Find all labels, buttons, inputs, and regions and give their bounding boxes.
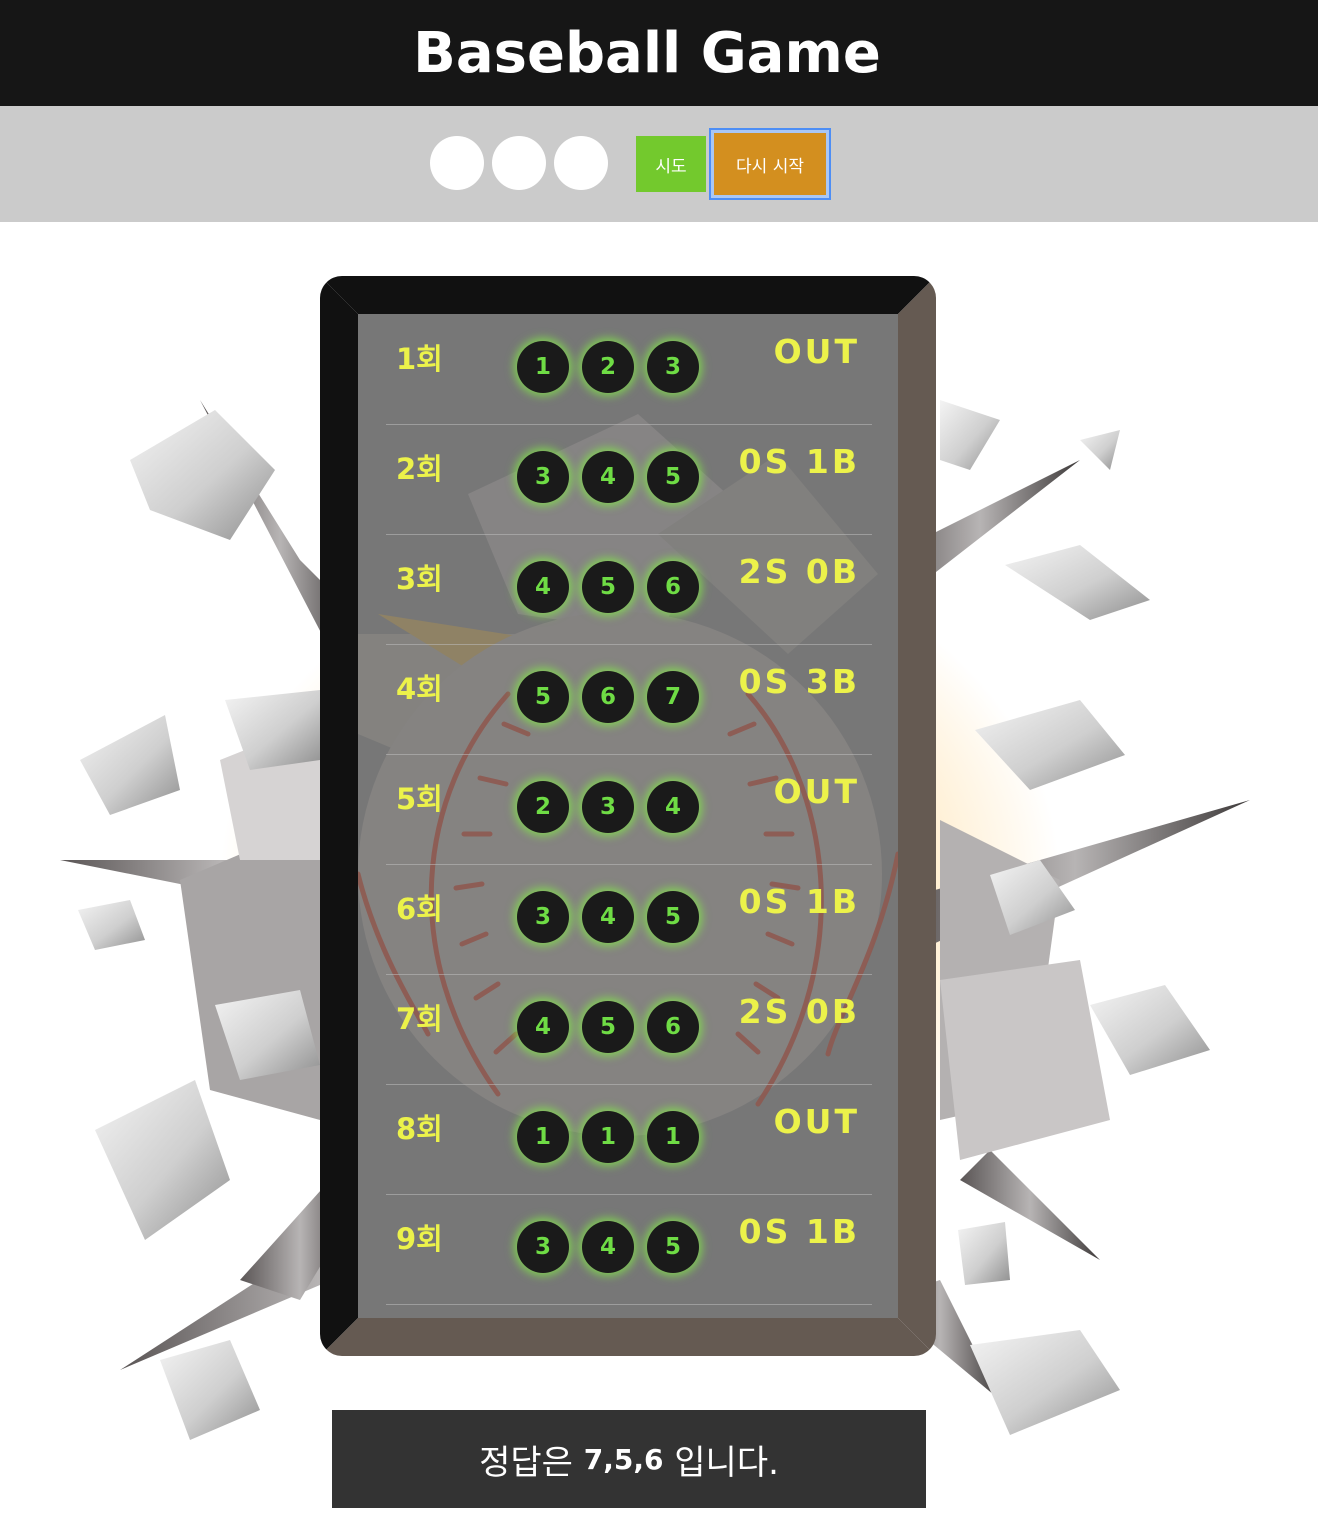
ball-number: 3 bbox=[517, 451, 569, 503]
inning-row: 8회 1 1 1 OUT bbox=[386, 1084, 872, 1195]
ball-number: 3 bbox=[517, 891, 569, 943]
answer-suffix: 입니다. bbox=[663, 1442, 779, 1483]
ball-number: 5 bbox=[647, 891, 699, 943]
inning-result: OUT bbox=[773, 332, 860, 371]
ball-number: 3 bbox=[582, 781, 634, 833]
inning-row: 7회 4 5 6 2S 0B bbox=[386, 974, 872, 1085]
ball-number: 4 bbox=[517, 1001, 569, 1053]
ball-number: 4 bbox=[582, 891, 634, 943]
inning-result: OUT bbox=[773, 1102, 860, 1141]
inning-row: 6회 3 4 5 0S 1B bbox=[386, 864, 872, 975]
answer-banner: 정답은 7,5,6 입니다. bbox=[332, 1410, 926, 1508]
ball-number: 6 bbox=[647, 561, 699, 613]
scoreboard-panel: 1회 1 2 3 OUT 2회 3 4 5 0S 1B 3회 4 5 6 2S … bbox=[358, 314, 898, 1318]
inning-result: 2S 0B bbox=[738, 992, 860, 1031]
inning-row: 9회 3 4 5 0S 1B bbox=[386, 1194, 872, 1305]
ball-number: 5 bbox=[582, 1001, 634, 1053]
inning-result: 0S 1B bbox=[738, 1212, 860, 1251]
ball-number: 3 bbox=[647, 341, 699, 393]
inning-result: 0S 3B bbox=[738, 662, 860, 701]
ball-number: 1 bbox=[517, 1111, 569, 1163]
ball-number: 2 bbox=[517, 781, 569, 833]
inning-row: 2회 3 4 5 0S 1B bbox=[386, 424, 872, 535]
answer-numbers: 7,5,6 bbox=[583, 1442, 664, 1476]
inning-row: 4회 5 6 7 0S 3B bbox=[386, 644, 872, 755]
ball-number: 6 bbox=[647, 1001, 699, 1053]
inning-label: 5회 bbox=[396, 782, 443, 816]
inning-result: 2S 0B bbox=[738, 552, 860, 591]
inning-label: 9회 bbox=[396, 1222, 443, 1256]
inning-result: 0S 1B bbox=[738, 442, 860, 481]
inning-label: 3회 bbox=[396, 562, 443, 596]
inning-row: 5회 2 3 4 OUT bbox=[386, 754, 872, 865]
inning-label: 7회 bbox=[396, 1002, 443, 1036]
inning-result: 0S 1B bbox=[738, 882, 860, 921]
inning-result: OUT bbox=[773, 772, 860, 811]
ball-number: 1 bbox=[582, 1111, 634, 1163]
ball-number: 5 bbox=[517, 671, 569, 723]
ball-number: 1 bbox=[647, 1111, 699, 1163]
ball-number: 4 bbox=[517, 561, 569, 613]
ball-number: 2 bbox=[582, 341, 634, 393]
ball-number: 1 bbox=[517, 341, 569, 393]
inning-label: 2회 bbox=[396, 452, 443, 486]
ball-number: 4 bbox=[582, 451, 634, 503]
ball-number: 4 bbox=[582, 1221, 634, 1273]
ball-number: 5 bbox=[582, 561, 634, 613]
inning-label: 6회 bbox=[396, 892, 443, 926]
inning-label: 1회 bbox=[396, 342, 443, 376]
ball-number: 3 bbox=[517, 1221, 569, 1273]
inning-label: 4회 bbox=[396, 672, 443, 706]
inning-row: 3회 4 5 6 2S 0B bbox=[386, 534, 872, 645]
answer-prefix: 정답은 bbox=[479, 1442, 584, 1483]
ball-number: 5 bbox=[647, 1221, 699, 1273]
ball-number: 6 bbox=[582, 671, 634, 723]
ball-number: 4 bbox=[647, 781, 699, 833]
ball-number: 7 bbox=[647, 671, 699, 723]
ball-number: 5 bbox=[647, 451, 699, 503]
inning-label: 8회 bbox=[396, 1112, 443, 1146]
scoreboard: 1회 1 2 3 OUT 2회 3 4 5 0S 1B 3회 4 5 6 2S … bbox=[320, 276, 936, 1356]
inning-row: 1회 1 2 3 OUT bbox=[386, 314, 872, 425]
